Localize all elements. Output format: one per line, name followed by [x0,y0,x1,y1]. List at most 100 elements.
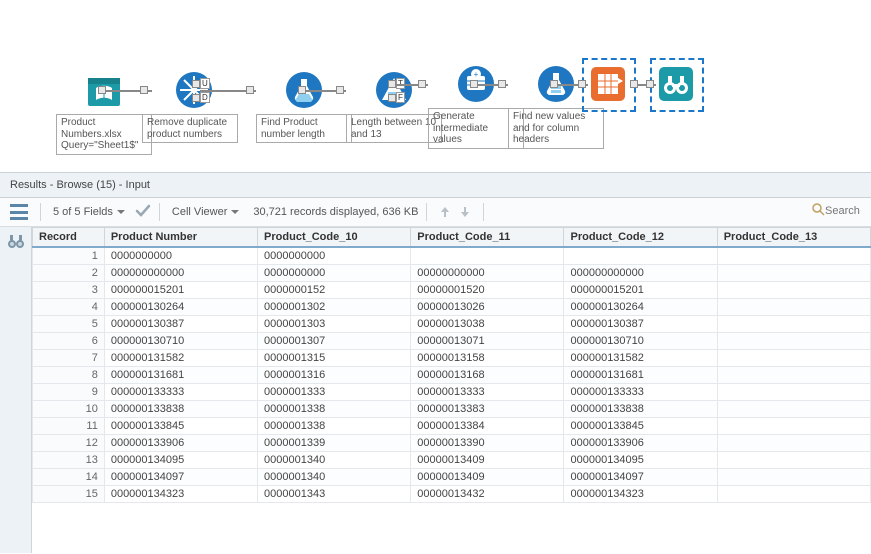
data-table[interactable]: Record Product Number Product_Code_10 Pr… [32,227,871,503]
table-row[interactable]: 4000000130264000000130200000013026000000… [33,299,871,316]
data-cell[interactable] [717,282,870,299]
data-cell[interactable]: 0000000152 [258,282,411,299]
table-row[interactable]: 1400000013409700000013400000001340900000… [33,469,871,486]
data-cell[interactable]: 00000013409 [411,469,564,486]
data-cell[interactable]: 000000000000 [564,265,717,282]
data-cell[interactable] [717,299,870,316]
data-cell[interactable]: 00000013038 [411,316,564,333]
data-cell[interactable] [717,350,870,367]
node-crosstab[interactable] [588,64,628,104]
column-header[interactable]: Product_Code_11 [411,228,564,248]
output-anchor[interactable] [298,86,306,94]
data-cell[interactable]: 000000131681 [104,367,257,384]
output-anchor-f[interactable] [388,94,396,102]
data-cell[interactable]: 000000130264 [104,299,257,316]
search-box[interactable] [811,202,865,219]
column-header[interactable]: Product Number [104,228,257,248]
table-row[interactable]: 1200000013390600000013390000001339000000… [33,435,871,452]
data-cell[interactable]: 000000134323 [104,486,257,503]
data-cell[interactable] [717,367,870,384]
prev-record-button[interactable] [437,204,453,220]
record-cell[interactable]: 1 [33,247,105,265]
data-cell[interactable]: 00000013026 [411,299,564,316]
data-cell[interactable]: 000000133906 [104,435,257,452]
data-cell[interactable]: 000000131582 [564,350,717,367]
node-unique[interactable]: U D Remove duplicate product numbers [150,70,238,143]
output-anchor[interactable] [630,80,638,88]
node-browse[interactable] [656,64,696,104]
fields-dropdown[interactable]: 5 of 5 Fields [49,204,129,220]
data-cell[interactable]: 000000134095 [104,452,257,469]
data-cell[interactable]: 0000000000 [258,247,411,265]
data-cell[interactable]: 000000134097 [104,469,257,486]
table-row[interactable]: 1000000013383800000013380000001338300000… [33,401,871,418]
output-anchor[interactable] [550,80,558,88]
record-cell[interactable]: 10 [33,401,105,418]
data-cell[interactable] [717,316,870,333]
layout-toggle-button[interactable] [6,202,32,222]
data-cell[interactable]: 0000001316 [258,367,411,384]
record-cell[interactable]: 11 [33,418,105,435]
data-cell[interactable]: 000000130264 [564,299,717,316]
search-input[interactable] [825,205,865,217]
output-anchor[interactable] [470,80,478,88]
record-cell[interactable]: 13 [33,452,105,469]
data-cell[interactable]: 000000133906 [564,435,717,452]
binoculars-icon[interactable] [6,231,26,254]
data-cell[interactable]: 000000130387 [564,316,717,333]
cell-viewer-dropdown[interactable]: Cell Viewer [168,204,243,220]
record-cell[interactable]: 2 [33,265,105,282]
data-cell[interactable] [717,452,870,469]
record-cell[interactable]: 3 [33,282,105,299]
data-cell[interactable]: 000000131582 [104,350,257,367]
data-cell[interactable]: 0000001315 [258,350,411,367]
data-cell[interactable]: 000000133333 [104,384,257,401]
data-cell[interactable]: 0000001333 [258,384,411,401]
data-cell[interactable]: 0000001338 [258,401,411,418]
data-cell[interactable]: 000000015201 [104,282,257,299]
output-anchor-t[interactable] [388,80,396,88]
data-cell[interactable]: 0000001338 [258,418,411,435]
input-anchor[interactable] [498,80,506,88]
input-anchor[interactable] [418,80,426,88]
data-cell[interactable]: 000000000000 [104,265,257,282]
table-row[interactable]: 2000000000000000000000000000000000000000… [33,265,871,282]
data-cell[interactable]: 000000133845 [104,418,257,435]
workflow-canvas[interactable]: Product Numbers.xlsx Query="Sheet1$" U D… [0,0,871,172]
data-cell[interactable]: 000000130710 [104,333,257,350]
input-anchor[interactable] [646,80,654,88]
data-cell[interactable]: 0000001340 [258,469,411,486]
data-cell[interactable]: 00000013158 [411,350,564,367]
data-cell[interactable] [717,247,870,265]
data-cell[interactable]: 00000013168 [411,367,564,384]
table-row[interactable]: 8000000131681000000131600000013168000000… [33,367,871,384]
data-cell[interactable]: 00000001520 [411,282,564,299]
record-cell[interactable]: 12 [33,435,105,452]
table-row[interactable]: 1300000013409500000013400000001340900000… [33,452,871,469]
data-cell[interactable]: 0000000000 [258,265,411,282]
input-anchor[interactable] [246,86,254,94]
data-cell[interactable]: 000000134097 [564,469,717,486]
data-cell[interactable]: 0000001303 [258,316,411,333]
data-cell[interactable]: 0000001340 [258,452,411,469]
data-cell[interactable]: 0000001339 [258,435,411,452]
table-row[interactable]: 5000000130387000000130300000013038000000… [33,316,871,333]
data-cell[interactable]: 00000013432 [411,486,564,503]
data-cell[interactable] [717,265,870,282]
column-header[interactable]: Product_Code_12 [564,228,717,248]
input-anchor[interactable] [140,86,148,94]
output-anchor[interactable] [98,86,106,94]
output-anchor-d[interactable] [192,94,200,102]
column-header[interactable]: Record [33,228,105,248]
data-cell[interactable]: 000000130710 [564,333,717,350]
data-cell[interactable]: 00000013071 [411,333,564,350]
data-cell[interactable] [717,333,870,350]
data-cell[interactable]: 00000013384 [411,418,564,435]
column-header[interactable]: Product_Code_13 [717,228,870,248]
data-cell[interactable]: 000000134095 [564,452,717,469]
record-cell[interactable]: 8 [33,367,105,384]
data-cell[interactable]: 000000134323 [564,486,717,503]
data-cell[interactable]: 0000001307 [258,333,411,350]
table-row[interactable]: 9000000133333000000133300000013333000000… [33,384,871,401]
data-cell[interactable]: 000000133333 [564,384,717,401]
